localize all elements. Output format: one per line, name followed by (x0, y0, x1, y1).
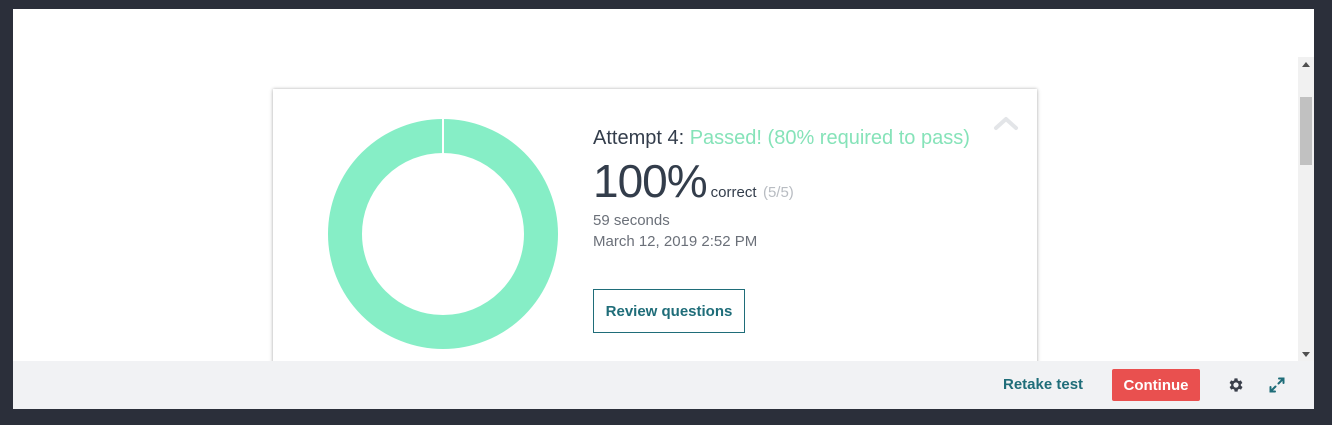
vertical-scrollbar[interactable] (1298, 57, 1314, 361)
quiz-window: Attempt 4: Passed! (80% required to pass… (13, 9, 1314, 409)
scroll-up-icon[interactable] (1298, 57, 1314, 71)
review-questions-button[interactable]: Review questions (593, 289, 745, 333)
attempt-heading: Attempt 4: Passed! (80% required to pass… (593, 127, 970, 150)
score-percent: 100% (593, 155, 708, 207)
attempt-duration: 59 seconds (593, 212, 670, 229)
scroll-thumb[interactable] (1300, 97, 1312, 165)
result-info: Attempt 4: Passed! (80% required to pass… (593, 127, 970, 252)
attempt-datetime: March 12, 2019 2:52 PM (593, 233, 758, 250)
expand-icon[interactable] (1268, 376, 1286, 394)
result-card: Attempt 4: Passed! (80% required to pass… (273, 89, 1037, 361)
chevron-up-icon[interactable] (993, 115, 1019, 131)
gear-icon[interactable] (1227, 376, 1245, 394)
results-content: Attempt 4: Passed! (80% required to pass… (13, 9, 1298, 361)
score-fraction: (5/5) (762, 184, 794, 201)
score-line: 100% correct (5/5) (593, 156, 970, 206)
retake-test-link[interactable]: Retake test (1003, 376, 1083, 393)
scroll-down-icon[interactable] (1298, 347, 1314, 361)
pass-status: Passed! (80% required to pass) (689, 127, 970, 149)
donut-ring (328, 119, 558, 349)
score-correct-label: correct (710, 184, 757, 201)
bottom-action-bar: Retake test Continue (13, 361, 1314, 409)
continue-button[interactable]: Continue (1112, 369, 1200, 401)
score-donut-chart (328, 119, 558, 349)
attempt-label: Attempt 4: (593, 127, 685, 149)
